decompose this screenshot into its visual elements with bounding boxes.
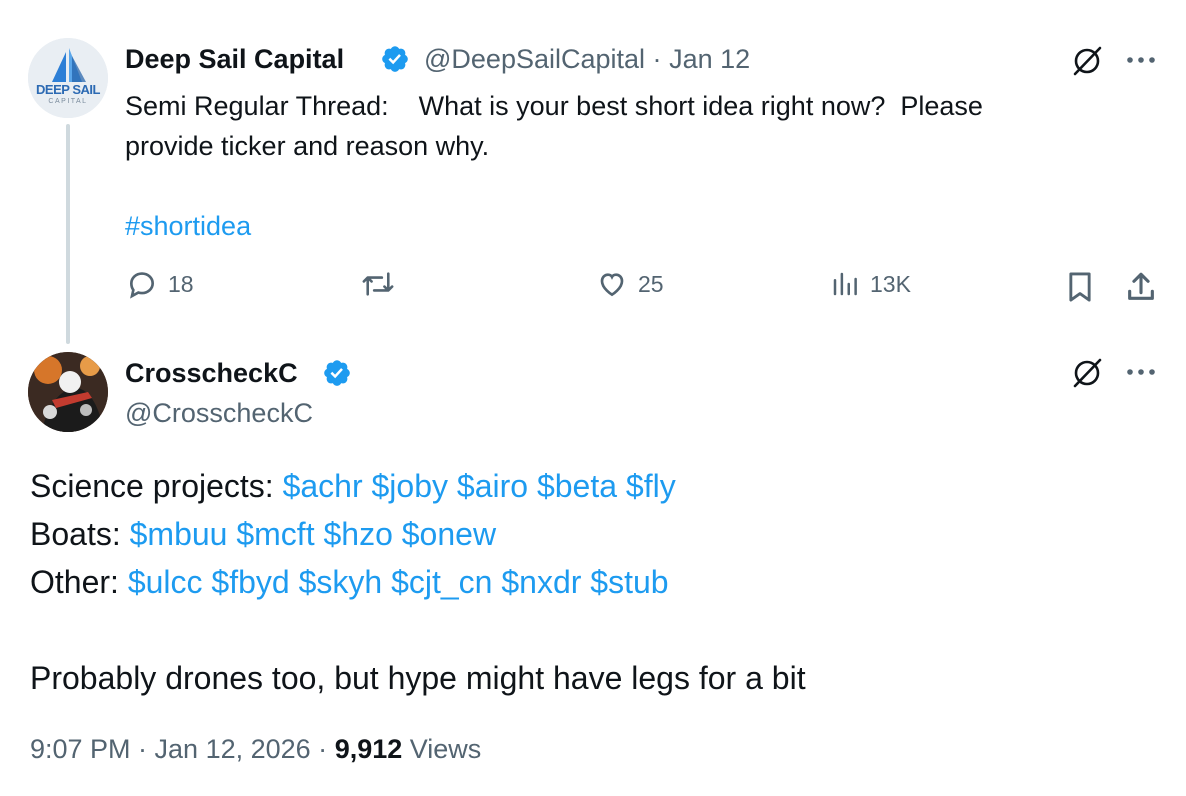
like-count: 25 [638,270,664,297]
reply-button[interactable]: 18 [126,268,194,300]
views-icon [833,272,857,296]
bookmark-icon[interactable] [1064,270,1096,304]
retweet-icon [362,272,394,296]
line-label: Boats: [30,516,130,552]
more-icon[interactable] [1126,367,1156,377]
hashtag-link[interactable]: #shortidea [125,211,251,241]
avatar-photo [28,352,108,432]
cashtag-links[interactable]: $mbuu $mcft $hzo $onew [130,516,496,552]
tweet-text-line: Semi Regular Thread: What is your best s… [125,91,983,121]
grok-icon[interactable] [1070,44,1104,78]
ticker-line: Boats: $mbuu $mcft $hzo $onew [30,510,806,558]
handle-text[interactable]: @DeepSailCapital [424,44,645,74]
reply-tweet-text: Science projects: $achr $joby $airo $bet… [30,462,806,702]
reply-author-name[interactable]: CrosscheckC [125,358,298,389]
thread-line [66,124,70,344]
parent-author-name[interactable]: Deep Sail Capital [125,44,344,75]
verified-badge-icon [382,46,408,72]
retweet-button[interactable] [360,268,396,300]
sailboat-logo [28,38,108,118]
like-icon [600,273,624,297]
parent-author-handle[interactable]: @DeepSailCapital · Jan 12 [424,44,750,75]
share-icon[interactable] [1124,270,1158,304]
parent-tweet-text: Semi Regular Thread: What is your best s… [125,86,1125,246]
like-button[interactable]: 25 [596,268,664,300]
separator-dot: · [652,44,662,74]
views-label: Views [402,734,482,764]
tweet-meta: 9:07 PM · Jan 12, 2026 · 9,912 Views [30,734,481,765]
views-count: 9,912 [334,734,403,764]
reply-author-handle[interactable]: @CrosscheckC [125,398,313,429]
views-button[interactable]: 13K [830,268,911,300]
crosscheck-avatar[interactable] [28,352,108,432]
line-label: Other: [30,564,128,600]
more-icon[interactable] [1126,55,1156,65]
reply-count: 18 [168,270,194,297]
logo-subtext: CAPITAL [48,98,88,105]
ticker-line: Other: $ulcc $fbyd $skyh $cjt_cn $nxdr $… [30,558,806,606]
logo-text: DEEP SAIL [36,82,100,97]
tweet-text-line: provide ticker and reason why. [125,131,490,161]
ticker-line: Science projects: $achr $joby $airo $bet… [30,462,806,510]
line-label: Science projects: [30,468,283,504]
cashtag-links[interactable]: $ulcc $fbyd $skyh $cjt_cn $nxdr $stub [128,564,669,600]
deep-sail-avatar[interactable]: DEEP SAIL CAPITAL [28,38,108,118]
verified-badge-icon [324,360,350,386]
cashtag-links[interactable]: $achr $joby $airo $beta $fly [283,468,676,504]
closing-text: Probably drones too, but hype might have… [30,660,806,696]
reply-icon [129,272,155,299]
grok-icon[interactable] [1070,356,1104,390]
view-count: 13K [870,270,911,297]
tweet-date[interactable]: Jan 12 [669,44,750,74]
tweet-timestamp[interactable]: 9:07 PM · Jan 12, 2026 · [30,734,335,764]
